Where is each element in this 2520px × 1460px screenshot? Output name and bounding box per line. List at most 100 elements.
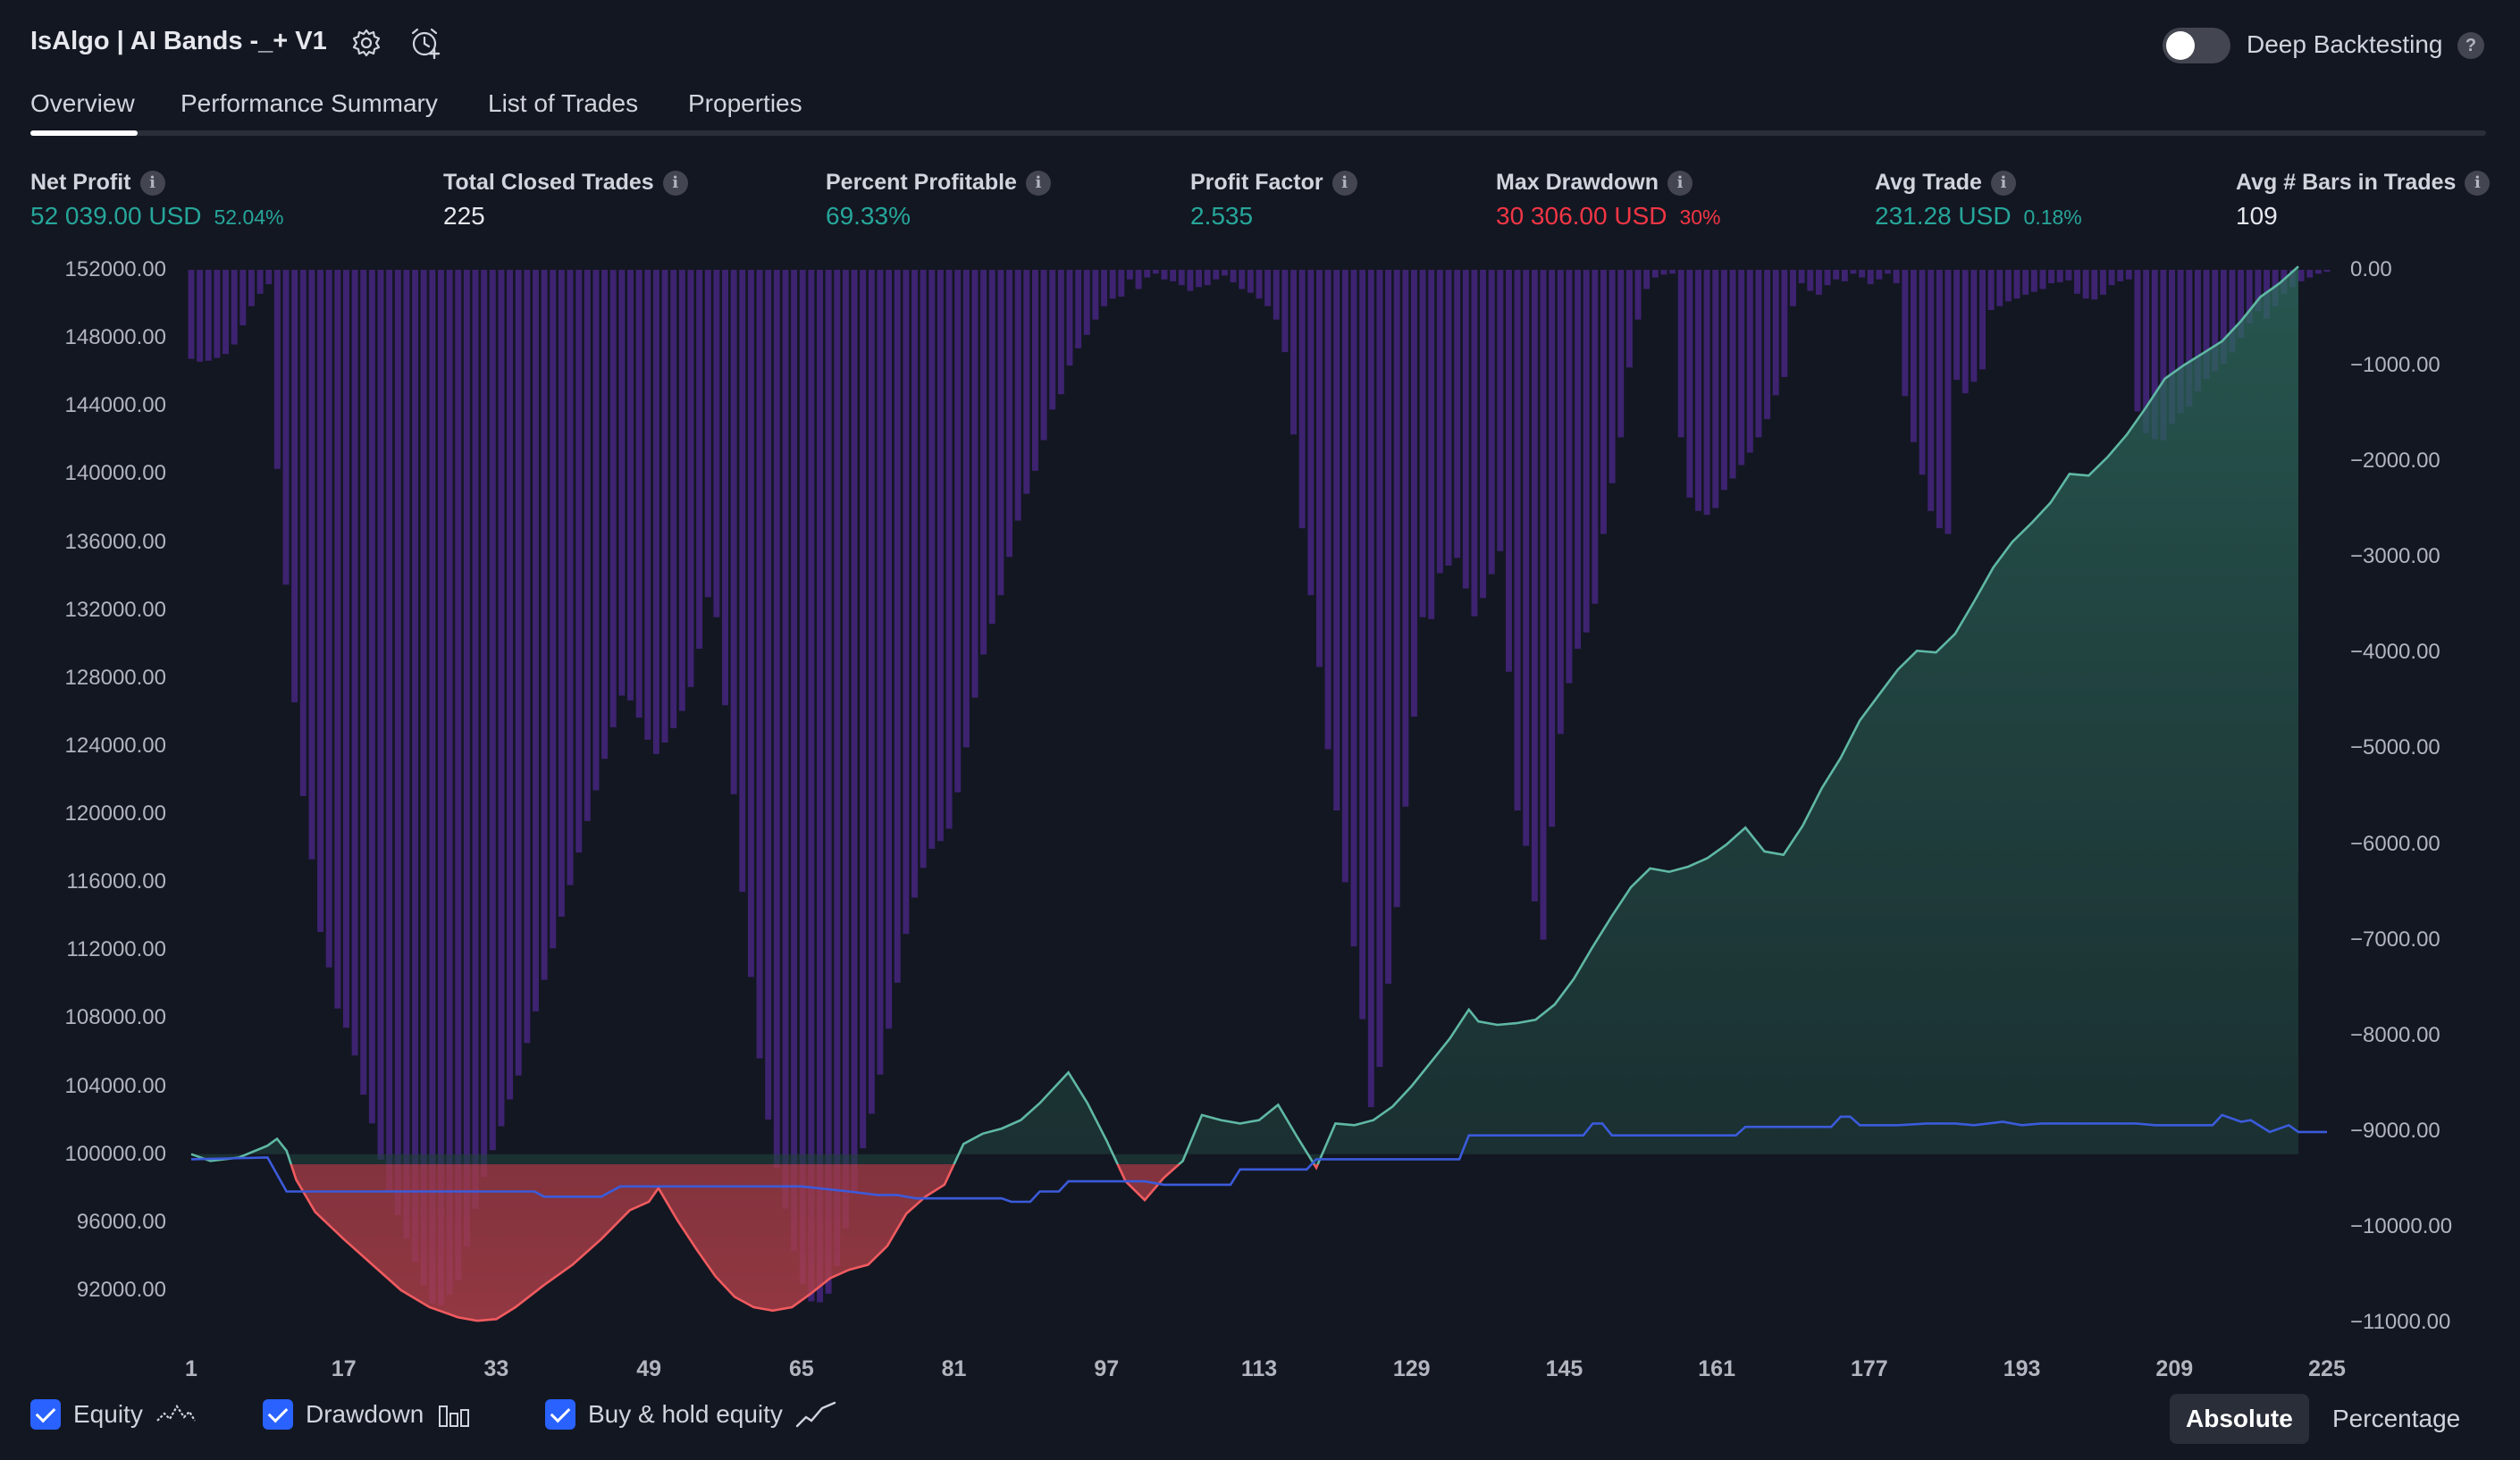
drawdown-bar [481,270,488,1178]
drawdown-bar [446,270,453,1295]
right-axis-tick: −11000.00 [2350,1310,2451,1334]
drawdown-bar [1040,270,1047,441]
right-axis-tick: −9000.00 [2350,1118,2440,1143]
percentage-button[interactable]: Percentage [2316,1394,2476,1444]
drawdown-checkbox[interactable] [263,1399,293,1430]
equity-checkbox[interactable] [30,1399,61,1430]
x-axis-tick: 145 [1545,1356,1583,1381]
drawdown-bar [1738,270,1745,466]
drawdown-bar [265,270,273,285]
drawdown-bar [1549,270,1556,827]
drawdown-bar [1264,270,1272,306]
drawdown-bar [1178,270,1185,286]
left-axis-tick: 104000.00 [64,1073,166,1098]
drawdown-bar [1669,270,1676,274]
drawdown-bar [886,270,893,1029]
drawdown-bar [903,270,910,935]
right-axis-tick: −7000.00 [2350,927,2440,952]
legend-buy-hold-label: Buy & hold equity [588,1400,783,1428]
drawdown-bar [635,270,643,718]
drawdown-bar [1290,270,1298,435]
right-axis-tick: −2000.00 [2350,449,2440,474]
drawdown-bar [1651,270,1659,278]
left-axis-tick: 92000.00 [76,1277,166,1302]
drawdown-bar [334,270,341,1009]
drawdown-bar [2022,270,2029,295]
drawdown-bar [980,270,987,655]
drawdown-bar [1893,270,1900,283]
right-axis-tick: −6000.00 [2350,831,2440,856]
drawdown-bar [1118,270,1125,297]
drawdown-bar [609,270,617,727]
drawdown-bar [678,270,685,711]
drawdown-bar [2091,270,2098,300]
drawdown-bar [1298,270,1306,529]
drawdown-bar [911,270,918,898]
legend-buy-hold[interactable]: Buy & hold equity [545,1399,836,1430]
drawdown-bar [1411,270,1417,717]
drawdown-bar [1049,270,1056,410]
drawdown-bar [1506,270,1512,672]
drawdown-bar [1885,270,1891,274]
drawdown-bar [808,270,815,1302]
drawdown-bar [1566,270,1573,684]
drawdown-bar [1859,270,1866,278]
drawdown-bar [1746,270,1753,453]
drawdown-bar [1230,270,1237,282]
drawdown-bar [1961,270,1969,394]
drawdown-bar [1359,270,1366,1019]
drawdown-bar [1083,270,1090,335]
drawdown-bar [1695,270,1701,511]
trend-line-icon [795,1401,836,1428]
drawdown-bar [223,270,230,355]
drawdown-bar [1928,270,1935,511]
left-axis-tick: 96000.00 [76,1209,166,1234]
x-axis-tick: 177 [1850,1356,1888,1381]
drawdown-bar [954,270,962,793]
drawdown-bar [1945,270,1952,534]
legend-drawdown[interactable]: Drawdown [263,1399,472,1430]
drawdown-bar [1772,270,1779,396]
left-axis-tick: 112000.00 [66,937,166,962]
drawdown-bar [1144,270,1151,278]
drawdown-bar [1729,270,1736,479]
drawdown-bar [256,270,264,294]
drawdown-bar [1273,270,1280,320]
drawdown-bar [1833,270,1840,280]
drawdown-bar [1850,270,1857,274]
drawdown-bar [1790,270,1796,306]
drawdown-bar [1643,270,1651,289]
drawdown-bar [507,270,514,1100]
drawdown-bar [1367,270,1374,1108]
drawdown-bar [351,270,358,1056]
drawdown-bar [1979,270,1986,370]
buy-hold-checkbox[interactable] [545,1399,575,1430]
legend-equity[interactable]: Equity [30,1399,197,1430]
drawdown-bar [463,270,470,1247]
drawdown-bar [1307,270,1315,596]
drawdown-bar [988,270,995,625]
drawdown-bar [1824,270,1831,286]
drawdown-bar [765,270,772,1120]
drawdown-bar [567,270,574,885]
drawdown-bar [1970,270,1978,382]
left-axis-tick: 132000.00 [64,597,166,622]
drawdown-bar [1247,270,1254,293]
drawdown-bar [1798,270,1805,283]
drawdown-bar [1677,270,1684,438]
drawdown-bar [2099,270,2106,295]
drawdown-bar [1987,270,1995,310]
drawdown-bar [894,270,901,983]
absolute-button[interactable]: Absolute [2170,1394,2309,1444]
drawdown-bar [1703,270,1710,516]
drawdown-bar [575,270,583,853]
drawdown-bar [1902,270,1909,397]
drawdown-bar [2004,270,2012,302]
drawdown-bar [1187,270,1194,291]
equity-chart[interactable] [0,0,2520,1460]
left-axis-tick: 108000.00 [64,1005,166,1030]
drawdown-bar [1996,270,2003,306]
drawdown-bar [1324,270,1331,750]
x-axis-tick: 1 [185,1356,197,1381]
right-axis-tick: −5000.00 [2350,735,2440,760]
